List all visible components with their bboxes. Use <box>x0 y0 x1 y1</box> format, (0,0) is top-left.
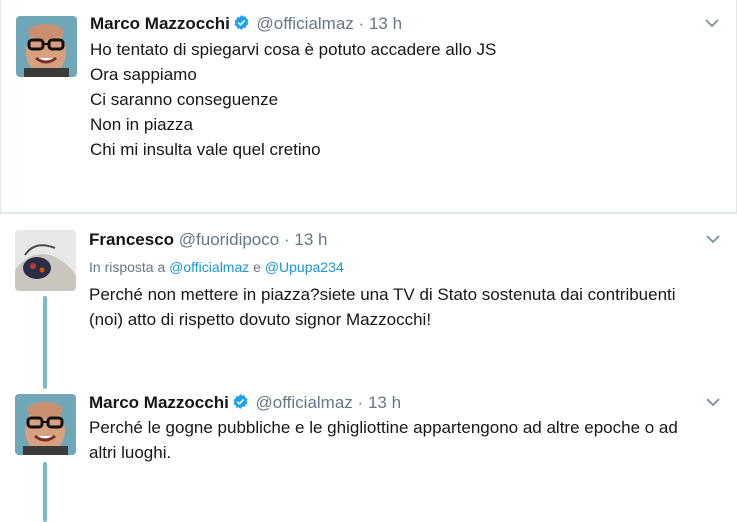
chevron-down-icon[interactable] <box>705 233 721 245</box>
timestamp[interactable]: 13 h <box>294 230 327 249</box>
tweet-line: Chi mi insulta vale quel cretino <box>90 140 321 159</box>
tweet-line: Ho tentato di spiegarvi cosa è potuto ac… <box>90 40 497 59</box>
author-handle[interactable]: @fuoridipoco <box>179 230 279 249</box>
separator-dot: · <box>357 393 364 412</box>
tweet-header: Francesco @fuoridipoco · 13 h <box>89 229 327 251</box>
thread-connector <box>43 296 47 389</box>
tweet-line: Non in piazza <box>90 115 194 134</box>
tweet-header: Marco Mazzocchi @officialmaz · 13 h <box>89 392 401 416</box>
tweet-text: Ho tentato di spiegarvi cosa è potuto ac… <box>90 37 716 162</box>
author-name[interactable]: Marco Mazzocchi <box>90 14 230 33</box>
separator-dot: · <box>358 14 365 33</box>
author-name[interactable]: Marco Mazzocchi <box>89 393 229 412</box>
author-handle[interactable]: @officialmaz <box>256 393 353 412</box>
reply-conjunction: e <box>253 259 261 275</box>
timestamp[interactable]: 13 h <box>368 393 401 412</box>
tweet-text: Perché le gogne pubbliche e le ghigliott… <box>89 418 678 462</box>
avatar[interactable] <box>15 394 76 455</box>
author-handle[interactable]: @officialmaz <box>257 14 354 33</box>
reply-context: In risposta a @officialmaz e @Upupa234 <box>89 259 344 275</box>
avatar[interactable] <box>15 230 76 291</box>
thread-connector <box>43 462 47 522</box>
reply-user-link[interactable]: @officialmaz <box>169 259 249 275</box>
tweet-line: Ora sappiamo <box>90 65 197 84</box>
chevron-down-icon[interactable] <box>704 17 720 29</box>
tweet-text: Perché non mettere in piazza?siete una T… <box>89 285 676 329</box>
verified-badge-icon <box>232 393 249 416</box>
avatar[interactable] <box>16 16 77 77</box>
tweet-2[interactable]: Francesco @fuoridipoco · 13 h In rispost… <box>0 213 737 389</box>
separator-dot: · <box>283 230 290 249</box>
reply-user-link[interactable]: @Upupa234 <box>265 259 344 275</box>
chevron-down-icon[interactable] <box>705 396 721 408</box>
tweet-line: Ci saranno conseguenze <box>90 90 279 109</box>
tweet-1[interactable]: Marco Mazzocchi @officialmaz · 13 h Ho t… <box>0 0 737 213</box>
tweet-header: Marco Mazzocchi @officialmaz · 13 h <box>90 13 402 37</box>
tweet-3[interactable]: Marco Mazzocchi @officialmaz · 13 h Perc… <box>0 380 737 522</box>
author-name[interactable]: Francesco <box>89 230 174 249</box>
reply-prefix: In risposta a <box>89 259 166 275</box>
timestamp[interactable]: 13 h <box>369 14 402 33</box>
verified-badge-icon <box>233 14 250 37</box>
